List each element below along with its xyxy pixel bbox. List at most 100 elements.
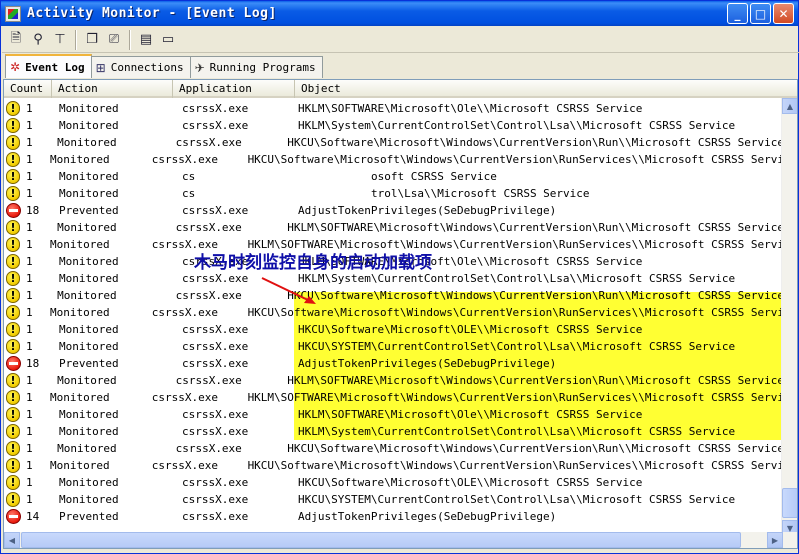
count-cell: ! 1 (4, 135, 55, 150)
find-icon[interactable]: ⚲ (27, 29, 49, 51)
column-header-application[interactable]: Application (173, 80, 295, 98)
count-cell: 18 (4, 203, 57, 218)
table-row[interactable]: ! 1 Monitored csrssX.exe HKCU\SYSTEM\Current… (4, 491, 784, 508)
action-cell: Prevented (59, 510, 119, 523)
count-value: 1 (26, 238, 33, 251)
table-row[interactable]: 18 Prevented csrssX.exe AdjustTokenPrivileg… (4, 355, 784, 372)
tab-connections[interactable]: ⊞ Connections (90, 56, 191, 78)
column-header-count[interactable]: Count (4, 80, 52, 98)
table-row[interactable]: ! 1 Monitored csrssX.exe HKCU\Software\Micro… (4, 287, 784, 304)
object-cell: HKCU\Software\Microsoft\OLE\\Microsoft C… (298, 323, 643, 336)
maximize-button[interactable]: □ (750, 3, 771, 24)
column-header-object[interactable]: Object (295, 80, 797, 98)
scroll-up-button[interactable]: ▲ (782, 98, 797, 114)
horizontal-scrollbar[interactable]: ◀ ▶ (4, 532, 797, 548)
object-cell: HKLM\System\CurrentControlSet\Control\Ls… (298, 272, 736, 285)
tab-event-log[interactable]: ✲ Event Log (5, 54, 92, 78)
count-value: 18 (26, 357, 40, 370)
clear-icon[interactable]: ⎚ (103, 29, 125, 51)
table-row[interactable]: ! 1 Monitored csrssX.exe HKLM\SOFTWARE\Micro… (4, 389, 784, 406)
vertical-scroll-thumb[interactable] (782, 488, 797, 518)
table-row[interactable]: ! 1 Monitored csrssX.exe HKLM\System\Current… (4, 423, 784, 440)
event-log-list[interactable]: Count Action Application Object ! 1 Monito… (3, 79, 798, 549)
scroll-left-button[interactable]: ◀ (4, 532, 20, 548)
table-row[interactable]: 14 Prevented csrssX.exe AdjustTokenPrivileg… (4, 508, 784, 525)
table-row[interactable]: ! 1 Monitored csrssX.exe HKCU\Software\Micro… (4, 440, 784, 457)
table-row[interactable]: ! 1 Monitored csrssX.exe HKCU\Software\Micro… (4, 151, 784, 168)
count-cell: ! 1 (4, 152, 48, 167)
table-row[interactable]: ! 1 Monitored csrssX.exe HKCU\Software\Micro… (4, 304, 784, 321)
action-cell: Monitored (59, 340, 119, 353)
scroll-right-button[interactable]: ▶ (767, 532, 783, 548)
table-row[interactable]: 18 Prevented csrssX.exe AdjustTokenPrivileg… (4, 202, 784, 219)
table-row[interactable]: ! 1 Monitored csrssX.exe HKLM\SOFTWARE\Micro… (4, 100, 784, 117)
count-cell: ! 1 (4, 492, 57, 507)
application-cell: csrssX.exe (175, 136, 242, 149)
application-cell: csrssX.exe (182, 204, 249, 217)
count-cell: ! 1 (4, 458, 48, 473)
application-cell: csrssX.exe (175, 221, 242, 234)
object-cell: HKLM\System\CurrentControlSet\Control\Ls… (298, 425, 736, 438)
count-value: 1 (26, 425, 33, 438)
tab-running-programs[interactable]: ✈ Running Programs (189, 56, 323, 78)
count-cell: ! 1 (4, 373, 55, 388)
action-cell: Monitored (57, 374, 117, 387)
tab-label: Connections (110, 61, 184, 74)
object-cell: HKCU\Software\Microsoft\Windows\CurrentV… (287, 136, 784, 149)
table-row[interactable]: ! 1 Monitored csrssX.exe HKCU\Software\Micro… (4, 474, 784, 491)
warning-icon: ! (6, 186, 20, 201)
tile-icon[interactable]: ▭ (157, 29, 179, 51)
table-row[interactable]: ! 1 Monitored csrssX.exe HKLM\SOFTWARE\Micro… (4, 406, 784, 423)
event-log-icon: ✲ (10, 60, 21, 74)
copy-icon[interactable]: ❐ (81, 29, 103, 51)
warning-icon: ! (6, 475, 20, 490)
warning-icon: ! (6, 424, 20, 439)
warning-icon: ! (6, 305, 20, 320)
action-cell: Monitored (59, 272, 119, 285)
warning-icon: ! (6, 441, 20, 456)
count-cell: ! 1 (4, 407, 57, 422)
prevented-icon (6, 203, 21, 218)
table-row[interactable]: ! 1 Monitored csrssX.exe HKCU\Software\Micro… (4, 134, 784, 151)
annotation-arrow (261, 277, 316, 304)
table-row[interactable]: ! 1 Monitored cs osoft CSRSS Service (4, 168, 784, 185)
tab-label: Event Log (25, 60, 85, 74)
table-row[interactable]: ! 1 Monitored csrssX.exe HKCU\Software\Micro… (4, 457, 784, 474)
warning-icon: ! (6, 169, 20, 184)
count-cell: ! 1 (4, 169, 57, 184)
application-cell: csrssX.exe (182, 510, 249, 523)
tree-icon[interactable]: ⊤ (49, 29, 71, 51)
warning-icon: ! (6, 322, 20, 337)
warning-icon: ! (6, 458, 20, 473)
action-cell: Monitored (59, 102, 119, 115)
action-cell: Monitored (59, 170, 119, 183)
close-button[interactable]: ✕ (773, 3, 794, 24)
action-cell: Monitored (49, 238, 110, 251)
object-cell: HKCU\SYSTEM\CurrentControlSet\Control\Ls… (298, 340, 736, 353)
application-cell: csrssX.exe (182, 102, 249, 115)
table-row[interactable]: ! 1 Monitored csrssX.exe HKCU\Software\Micro… (4, 321, 784, 338)
minimize-button[interactable]: _ (727, 3, 748, 24)
count-value: 1 (26, 136, 33, 149)
toolbar-separator (129, 29, 131, 50)
count-cell: 14 (4, 509, 57, 524)
table-row[interactable]: ! 1 Monitored csrssX.exe HKCU\SYSTEM\Current… (4, 338, 784, 355)
count-value: 1 (26, 442, 33, 455)
object-cell: HKLM\SOFTWARE\Microsoft\Ole\\Microsoft C… (298, 408, 643, 421)
horizontal-scroll-thumb[interactable] (21, 532, 741, 548)
count-cell: ! 1 (4, 390, 48, 405)
table-row[interactable]: ! 1 Monitored csrssX.exe HKLM\SOFTWARE\Micro… (4, 372, 784, 389)
table-row[interactable]: ! 1 Monitored csrssX.exe HKLM\SOFTWARE\Micro… (4, 219, 784, 236)
table-row[interactable]: ! 1 Monitored csrssX.exe HKLM\System\Current… (4, 117, 784, 134)
column-header-action[interactable]: Action (52, 80, 173, 98)
action-cell: Monitored (59, 187, 119, 200)
application-cell: cs (182, 170, 196, 183)
properties-icon[interactable]: 🗎 (5, 29, 27, 51)
table-row[interactable]: ! 1 Monitored cs trol\Lsa\\Microsoft CSRSS S… (4, 185, 784, 202)
count-value: 1 (26, 476, 33, 489)
app-icon[interactable] (5, 5, 21, 22)
cascade-icon[interactable]: ▤ (135, 29, 157, 51)
vertical-scrollbar[interactable]: ▲ ▼ (781, 98, 797, 536)
title-bar[interactable]: Activity Monitor - [Event Log] _ □ ✕ (1, 1, 798, 26)
count-cell: ! 1 (4, 322, 57, 337)
